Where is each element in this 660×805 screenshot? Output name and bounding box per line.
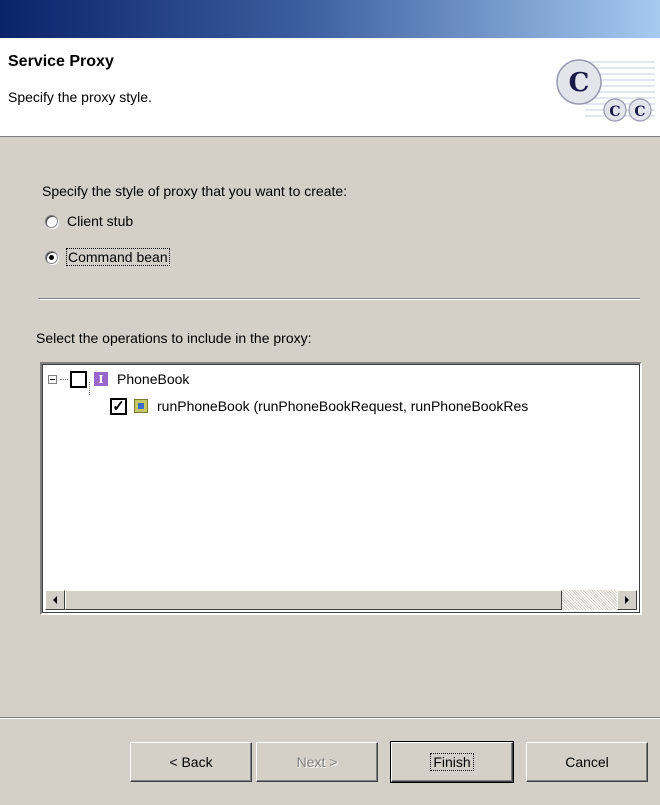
client-stub-radio[interactable]: Client stub (45, 211, 133, 231)
finish-button-label: Finish (430, 753, 474, 771)
scroll-right-button[interactable] (617, 590, 637, 610)
operation-icon (134, 399, 148, 413)
operations-prompt: Select the operations to include in the … (36, 330, 312, 346)
svg-text:C: C (569, 68, 590, 98)
tree-node-phonebook[interactable]: I PhoneBook (48, 368, 189, 390)
tree-connector-line (60, 378, 68, 380)
button-bar-separator (0, 717, 660, 719)
operations-tree[interactable]: I PhoneBook ✓ runPhoneBook (runPhoneBook… (40, 362, 642, 615)
radio-button-icon[interactable] (45, 214, 58, 228)
tree-node-runphonebook[interactable]: ✓ runPhoneBook (runPhoneBookRequest, run… (110, 395, 528, 417)
phonebook-label: PhoneBook (117, 371, 190, 387)
scroll-left-button[interactable] (45, 590, 65, 610)
section-separator (38, 298, 640, 300)
cancel-button-label: Cancel (565, 754, 609, 770)
client-stub-label: Client stub (67, 213, 134, 229)
back-button-label: < Back (169, 754, 213, 770)
interface-icon: I (94, 372, 108, 386)
svg-text:C: C (609, 104, 620, 120)
radio-button-checked-icon[interactable] (45, 250, 58, 264)
svg-text:C: C (634, 104, 645, 120)
command-bean-radio[interactable]: Command bean (45, 247, 170, 267)
scrollbar-thumb[interactable] (65, 590, 562, 610)
runphonebook-label: runPhoneBook (runPhoneBookRequest, runPh… (157, 398, 529, 414)
arrow-left-icon (53, 596, 57, 604)
page-title: Service Proxy (8, 53, 114, 70)
collapse-icon[interactable] (48, 374, 57, 384)
wizard-banner: Service Proxy Specify the proxy style. C… (0, 38, 660, 137)
finish-button[interactable]: Finish (390, 741, 514, 783)
phonebook-checkbox[interactable] (70, 370, 87, 388)
ccc-logo-icon: C C C (556, 59, 655, 122)
proxy-style-prompt: Specify the style of proxy that you want… (42, 183, 348, 199)
next-button[interactable]: Next > (256, 742, 378, 782)
runphonebook-checkbox[interactable]: ✓ (110, 397, 127, 415)
page-description: Specify the proxy style. (8, 89, 152, 105)
window-title-bar (0, 0, 660, 38)
cancel-button[interactable]: Cancel (526, 742, 648, 782)
next-button-label: Next > (296, 754, 338, 770)
command-bean-label: Command bean (66, 248, 170, 266)
back-button[interactable]: < Back (130, 742, 252, 782)
horizontal-scrollbar[interactable] (45, 590, 637, 610)
arrow-right-icon (625, 596, 629, 604)
